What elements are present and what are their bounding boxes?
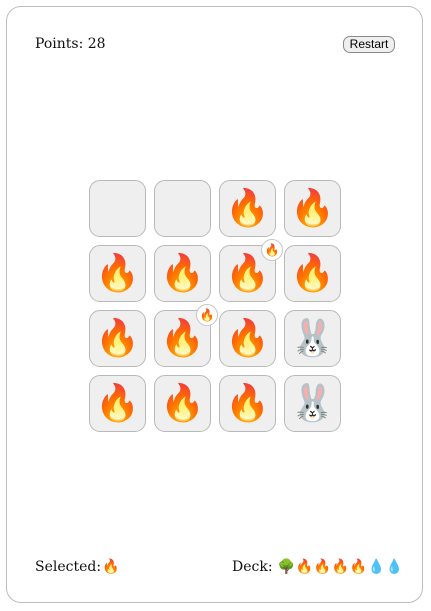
deck-water-drop-icon: 💧 [367, 559, 386, 575]
selected-display: Selected: 🔥 [35, 559, 120, 575]
tile-r4c2[interactable]: 🔥 [154, 375, 211, 432]
tile-r4c3[interactable]: 🔥 [219, 375, 276, 432]
tile-r1c2[interactable] [154, 180, 211, 237]
deck-display: Deck: 🌳 🔥 🔥 🔥 🔥 💧 💧 [232, 559, 404, 575]
tile-r1c1[interactable] [89, 180, 146, 237]
restart-button[interactable]: Restart [343, 36, 395, 53]
fire-icon: 🔥 [225, 252, 270, 294]
fire-icon: 🔥 [290, 187, 335, 229]
points-label: Points: [35, 36, 84, 52]
fire-badge-icon: 🔥 [196, 304, 218, 326]
tile-r2c4[interactable]: 🔥 [284, 245, 341, 302]
game-board: 🔥 🔥 🔥 🔥 🔥 🔥 🔥 🔥 🔥 🔥 🔥 🐰 🔥 🔥 🔥 🐰 [89, 180, 341, 432]
fire-icon: 🔥 [160, 382, 205, 424]
fire-icon: 🔥 [95, 317, 140, 359]
selected-fire-icon: 🔥 [102, 559, 120, 575]
tile-r4c4[interactable]: 🐰 [284, 375, 341, 432]
fire-badge-icon: 🔥 [261, 239, 283, 261]
fire-icon: 🔥 [160, 252, 205, 294]
tile-r1c3[interactable]: 🔥 [219, 180, 276, 237]
tile-r3c1[interactable]: 🔥 [89, 310, 146, 367]
selected-label: Selected: [35, 559, 102, 575]
tile-r2c2[interactable]: 🔥 [154, 245, 211, 302]
deck-fire-icon: 🔥 [349, 559, 368, 575]
tile-r3c4[interactable]: 🐰 [284, 310, 341, 367]
deck-tree-icon: 🌳 [277, 559, 296, 575]
fire-icon: 🔥 [225, 317, 270, 359]
fire-icon: 🔥 [225, 187, 270, 229]
tile-r2c3[interactable]: 🔥 🔥 [219, 239, 283, 302]
tile-r3c2[interactable]: 🔥 🔥 [154, 304, 218, 367]
fire-icon: 🔥 [160, 317, 205, 359]
rabbit-icon: 🐰 [290, 382, 335, 424]
tile-r4c1[interactable]: 🔥 [89, 375, 146, 432]
deck-label: Deck: [232, 559, 273, 575]
points-display: Points: 28 [35, 36, 106, 52]
fire-icon: 🔥 [95, 382, 140, 424]
deck-water-drop-icon: 💧 [385, 559, 404, 575]
tile-r3c3[interactable]: 🔥 [219, 310, 276, 367]
deck-fire-icon: 🔥 [331, 559, 350, 575]
tile-r2c1[interactable]: 🔥 [89, 245, 146, 302]
rabbit-icon: 🐰 [290, 317, 335, 359]
fire-icon: 🔥 [225, 382, 270, 424]
deck-cards: 🌳 🔥 🔥 🔥 🔥 💧 💧 [278, 559, 404, 575]
points-value: 28 [87, 36, 106, 52]
fire-icon: 🔥 [290, 252, 335, 294]
tile-r1c4[interactable]: 🔥 [284, 180, 341, 237]
fire-icon: 🔥 [95, 252, 140, 294]
deck-fire-icon: 🔥 [295, 559, 314, 575]
deck-fire-icon: 🔥 [313, 559, 332, 575]
